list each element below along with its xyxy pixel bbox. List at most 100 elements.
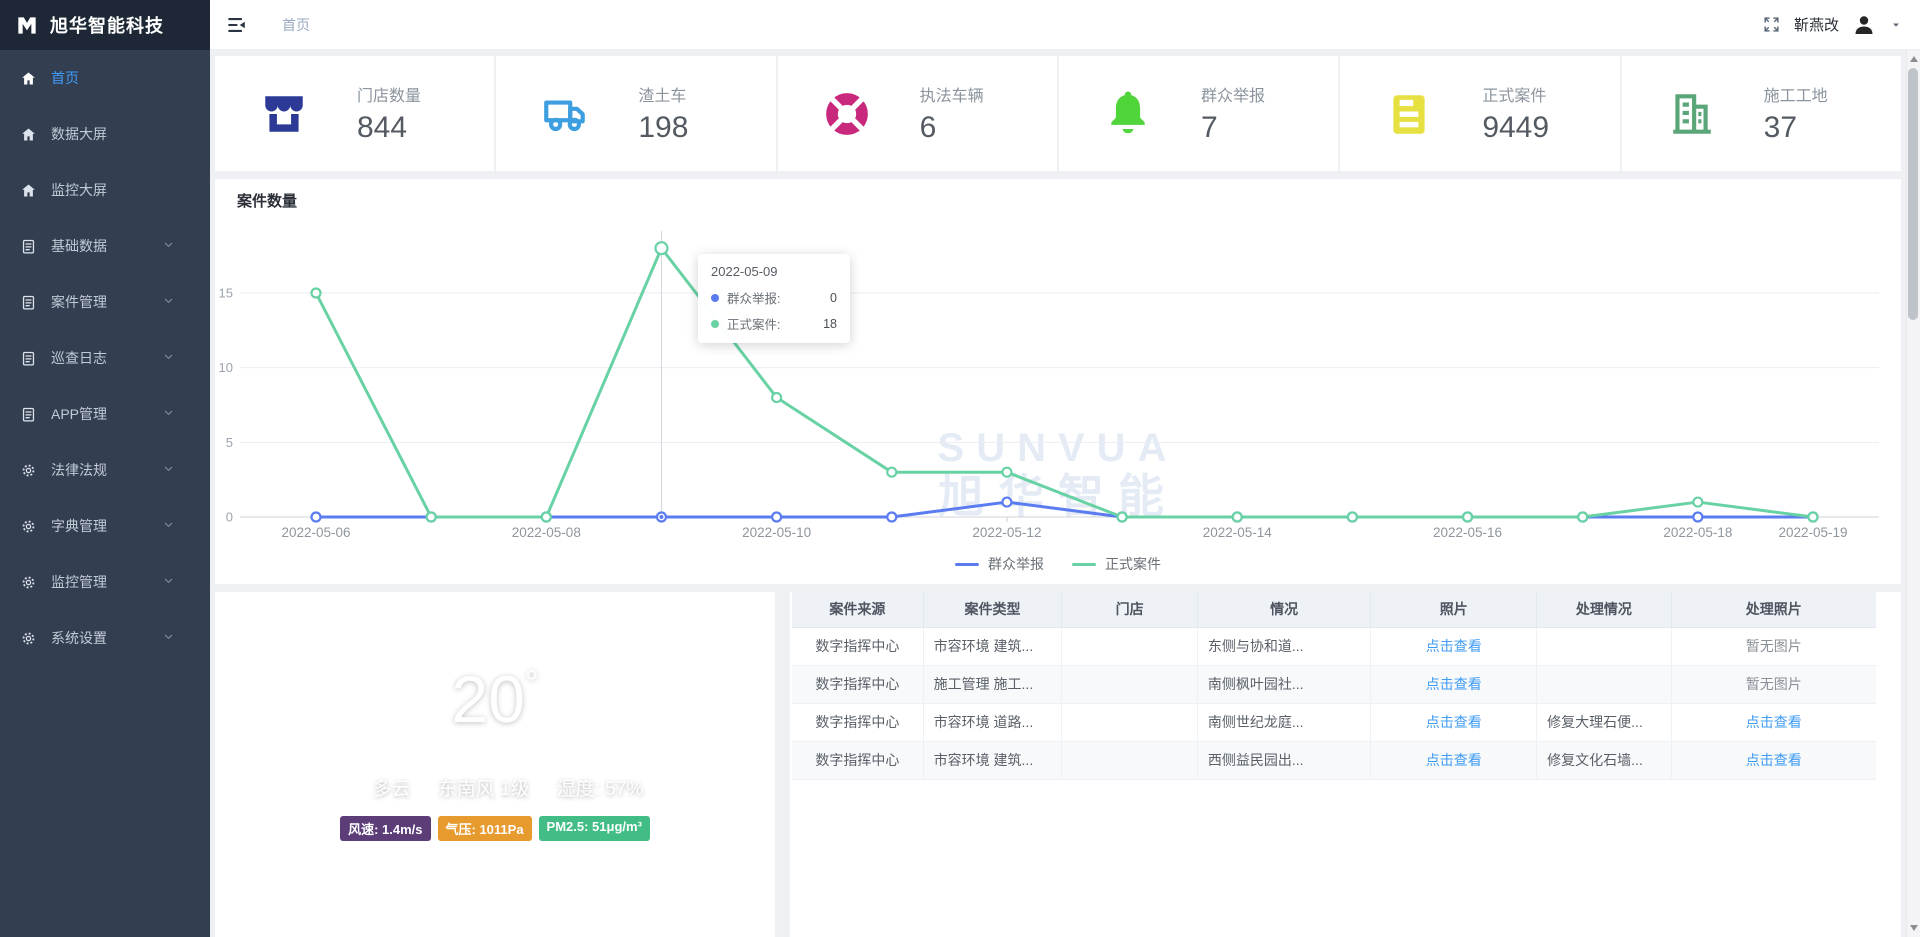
tooltip-date: 2022-05-09 <box>711 264 837 279</box>
stat-card: 正式案件9449 <box>1340 56 1619 171</box>
form-icon <box>20 238 37 255</box>
sidebar-collapse-button[interactable] <box>226 14 248 36</box>
weather-wind: 东南风 1级 <box>438 774 530 801</box>
view-photo-link[interactable]: 点击查看 <box>1426 714 1482 730</box>
weather-badge: 气压: 1011Pa <box>438 816 532 841</box>
view-photo-link[interactable]: 点击查看 <box>1746 714 1802 730</box>
topbar: 首页 靳燕改 <box>210 0 1920 50</box>
legend-item[interactable]: 正式案件 <box>1072 554 1161 574</box>
table-cell: 市容环境 建筑... <box>934 752 1034 768</box>
weather-card: 20° 多云 东南风 1级 湿度: 57% 风速: 1.4m/s 气压: 1011… <box>215 592 775 937</box>
bell-icon <box>1103 89 1153 139</box>
table-cell: 市容环境 建筑... <box>934 638 1034 654</box>
svg-text:2022-05-06: 2022-05-06 <box>281 525 350 540</box>
case-count-chart-card: 案件数量 SUNVUA 旭华智能 0510152022-05-062022-05… <box>215 179 1901 584</box>
scrollbar-down-arrow[interactable] <box>1907 921 1920 935</box>
sidebar-item-label: APP管理 <box>51 404 107 424</box>
legend-dash <box>955 563 979 566</box>
avatar[interactable] <box>1852 13 1876 37</box>
logo: 旭华智能科技 <box>0 0 210 50</box>
table-cell: 暂无图片 <box>1746 638 1802 654</box>
sidebar-item-label: 字典管理 <box>51 516 107 536</box>
table-cell: 南侧世纪龙庭... <box>1208 714 1304 730</box>
weather-summary: 多云 东南风 1级 湿度: 57% <box>215 774 775 801</box>
cloud-icon <box>347 778 367 798</box>
divider <box>424 779 425 796</box>
stat-label: 门店数量 <box>357 82 421 106</box>
table-header-row: 案件来源案件类型门店情况照片处理情况处理照片 <box>792 592 1876 627</box>
chevron-down-icon <box>161 573 176 588</box>
scrollbar <box>1906 50 1920 937</box>
sidebar-item-label: 法律法规 <box>51 460 107 480</box>
sidebar: 旭华智能科技 首页数据大屏监控大屏基础数据案件管理巡查日志 APP管理法律法规字典… <box>0 0 210 937</box>
clipboard-icon <box>1384 89 1434 139</box>
bottom-row: 20° 多云 东南风 1级 湿度: 57% 风速: 1.4m/s 气压: 1011… <box>215 592 1901 937</box>
gear-icon <box>20 574 37 591</box>
stat-row: 门店数量844渣土车198执法车辆6群众举报7正式案件9449施工工地37 <box>215 56 1901 171</box>
logo-icon <box>14 12 40 38</box>
legend-label: 正式案件 <box>1105 554 1161 574</box>
sidebar-item-3[interactable]: 基础数据 <box>0 218 210 274</box>
divider <box>543 779 544 796</box>
sidebar-item-8[interactable]: 字典管理 <box>0 498 210 554</box>
sidebar-item-1[interactable]: 数据大屏 <box>0 106 210 162</box>
degree-symbol: ° <box>525 664 539 702</box>
chevron-down-icon <box>161 461 176 476</box>
avatar-icon <box>1852 13 1876 37</box>
form-icon <box>20 406 37 423</box>
weather-condition: 多云 <box>373 774 411 801</box>
table-cell: 数字指挥中心 <box>815 676 899 692</box>
fullscreen-button[interactable] <box>1762 15 1781 34</box>
view-photo-link[interactable]: 点击查看 <box>1426 752 1482 768</box>
chevron-down-icon <box>161 405 176 420</box>
column-header: 门店 <box>1062 592 1197 627</box>
temperature: 20° <box>215 648 775 734</box>
column-header: 照片 <box>1371 592 1537 627</box>
series-dot <box>711 320 719 328</box>
breadcrumb[interactable]: 首页 <box>282 15 310 35</box>
gear-icon <box>20 462 37 479</box>
case-table: 案件来源案件类型门店情况照片处理情况处理照片数字指挥中心市容环境 建筑...东侧… <box>792 592 1876 780</box>
stat-value: 198 <box>638 111 688 145</box>
stat-label: 执法车辆 <box>920 82 984 106</box>
sidebar-menu: 首页数据大屏监控大屏基础数据案件管理巡查日志 APP管理法律法规字典管理监控管理系… <box>0 50 210 666</box>
stat-card: 执法车辆 6 <box>778 56 1057 171</box>
sidebar-item-label: 基础数据 <box>51 236 107 256</box>
sidebar-item-7[interactable]: 法律法规 <box>0 442 210 498</box>
sidebar-item-9[interactable]: 监控管理 <box>0 554 210 610</box>
home-icon <box>20 70 37 87</box>
chevron-down-icon <box>161 349 176 364</box>
table-row: 数字指挥中心施工管理 施工...南侧枫叶园社...点击查看暂无图片 <box>792 665 1876 703</box>
legend-item[interactable]: 群众举报 <box>955 554 1044 574</box>
sidebar-item-2[interactable]: 监控大屏 <box>0 162 210 218</box>
stat-value: 6 <box>920 111 984 145</box>
chevron-down-icon <box>161 237 176 252</box>
table-cell: 数字指挥中心 <box>815 638 899 654</box>
topbar-right: 靳燕改 <box>1762 13 1903 37</box>
scrollbar-thumb[interactable] <box>1908 68 1918 320</box>
user-menu-caret-icon[interactable] <box>1889 18 1903 32</box>
sidebar-item-4[interactable]: 案件管理 <box>0 274 210 330</box>
chart-legend: 群众举报 正式案件 <box>215 554 1901 574</box>
sidebar-item-label: 数据大屏 <box>51 124 107 144</box>
weather-badges: 风速: 1.4m/s 气压: 1011Pa PM2.5: 51μg/m³ <box>215 816 775 841</box>
scrollbar-up-arrow[interactable] <box>1907 52 1920 66</box>
chart-title: 案件数量 <box>237 193 1901 211</box>
stat-card: 渣土车198 <box>496 56 775 171</box>
view-photo-link[interactable]: 点击查看 <box>1426 638 1482 654</box>
sidebar-item-10[interactable]: 系统设置 <box>0 610 210 666</box>
sidebar-item-5[interactable]: 巡查日志 <box>0 330 210 386</box>
table-cell: 数字指挥中心 <box>815 714 899 730</box>
sidebar-item-0[interactable]: 首页 <box>0 50 210 106</box>
weather-badge: 风速: 1.4m/s <box>340 816 430 841</box>
table-cell: 南侧枫叶园社... <box>1208 676 1304 692</box>
view-photo-link[interactable]: 点击查看 <box>1746 752 1802 768</box>
gear-icon <box>20 630 37 647</box>
truck-icon <box>540 89 590 139</box>
view-photo-link[interactable]: 点击查看 <box>1426 676 1482 692</box>
series-dot <box>711 294 719 302</box>
username[interactable]: 靳燕改 <box>1794 14 1839 35</box>
tooltip-series-name: 正式案件: <box>727 314 780 333</box>
sidebar-item-6[interactable]: APP管理 <box>0 386 210 442</box>
weather-badge: PM2.5: 51μg/m³ <box>539 816 650 841</box>
